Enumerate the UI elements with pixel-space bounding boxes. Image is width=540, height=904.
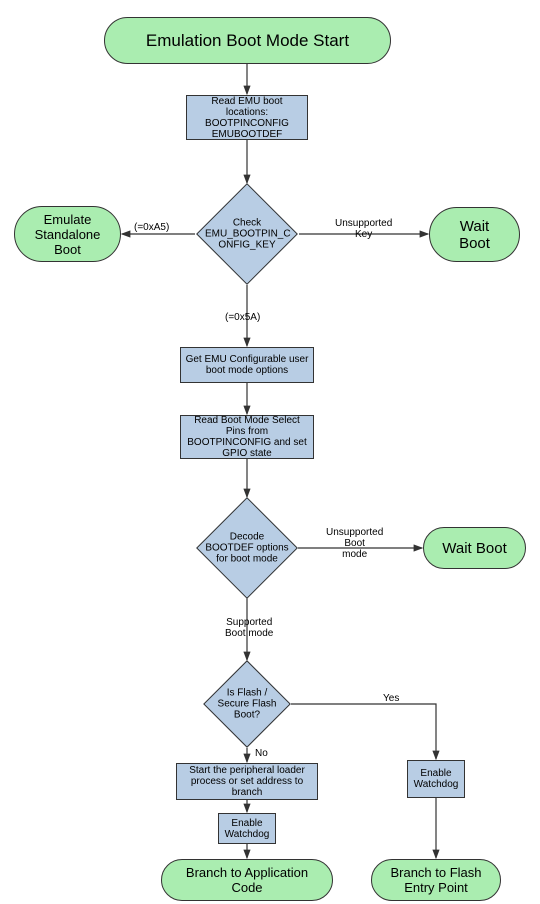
terminal-start: Emulation Boot Mode Start bbox=[104, 17, 391, 64]
terminal-wait-boot-2: Wait Boot bbox=[423, 527, 526, 569]
start-label: Emulation Boot Mode Start bbox=[146, 31, 349, 51]
label-unsupported-boot: Unsupported Boot mode bbox=[326, 527, 383, 560]
is-flash-l2: Secure Flash bbox=[218, 699, 277, 710]
branch-flash-l1: Branch to Flash bbox=[390, 865, 481, 880]
branch-flash-l2: Entry Point bbox=[404, 880, 468, 895]
check-key-l1: Check bbox=[233, 218, 261, 229]
terminal-wait-boot-1: Wait Boot bbox=[429, 207, 520, 262]
enable-wd2-label: Enable Watchdog bbox=[412, 768, 460, 790]
check-key-l2: EMU_BOOTPIN_C bbox=[205, 229, 291, 240]
get-emu-opts-label: Get EMU Configurable user boot mode opti… bbox=[185, 354, 309, 376]
terminal-branch-app: Branch to Application Code bbox=[161, 859, 333, 901]
process-start-loader: Start the peripheral loader process or s… bbox=[176, 763, 318, 800]
process-read-emu: Read EMU boot locations: BOOTPINCONFIG E… bbox=[186, 95, 308, 140]
emu-standalone-l3: Boot bbox=[54, 242, 81, 257]
branch-app-l2: Code bbox=[231, 880, 262, 895]
process-enable-watchdog-1: Enable Watchdog bbox=[218, 813, 276, 844]
wait-boot2-label: Wait Boot bbox=[442, 540, 506, 557]
label-yes: Yes bbox=[383, 693, 399, 704]
label-5a: (=0x5A) bbox=[225, 312, 260, 323]
process-read-pins: Read Boot Mode Select Pins from BOOTPINC… bbox=[180, 415, 314, 459]
wait-boot1-l2: Boot bbox=[459, 235, 490, 252]
branch-app-l1: Branch to Application bbox=[186, 865, 308, 880]
emu-standalone-l2: Standalone bbox=[35, 227, 101, 242]
decode-bootdef-l2: BOOTDEF options bbox=[205, 543, 288, 554]
decode-bootdef-l3: for boot mode bbox=[216, 554, 278, 565]
start-loader-label: Start the peripheral loader process or s… bbox=[181, 765, 313, 798]
read-emu-l2: BOOTPINCONFIG bbox=[205, 118, 289, 129]
is-flash-l3: Boot? bbox=[234, 710, 260, 721]
decision-is-flash: Is Flash / Secure Flash Boot? bbox=[216, 673, 278, 735]
label-supported-boot: Supported Boot mode bbox=[225, 617, 273, 639]
terminal-branch-flash: Branch to Flash Entry Point bbox=[371, 859, 501, 901]
decision-decode-bootdef: Decode BOOTDEF options for boot mode bbox=[211, 512, 283, 584]
enable-wd1-label: Enable Watchdog bbox=[223, 818, 271, 840]
process-enable-watchdog-2: Enable Watchdog bbox=[407, 760, 465, 798]
is-flash-l1: Is Flash / bbox=[227, 688, 268, 699]
label-no: No bbox=[255, 748, 268, 759]
decode-bootdef-l1: Decode bbox=[230, 532, 264, 543]
emu-standalone-l1: Emulate bbox=[44, 212, 92, 227]
label-unsupported-key: Unsupported Key bbox=[335, 218, 392, 240]
wait-boot1-l1: Wait bbox=[460, 218, 489, 235]
read-emu-l1: Read EMU boot locations: bbox=[191, 96, 303, 118]
decision-check-key: Check EMU_BOOTPIN_C ONFIG_KEY bbox=[211, 198, 283, 270]
process-get-emu-opts: Get EMU Configurable user boot mode opti… bbox=[180, 347, 314, 383]
read-emu-l3: EMUBOOTDEF bbox=[212, 129, 283, 140]
label-a5: (=0xA5) bbox=[134, 222, 169, 233]
check-key-l3: ONFIG_KEY bbox=[218, 240, 275, 251]
terminal-emulate-standalone: Emulate Standalone Boot bbox=[14, 206, 121, 262]
read-pins-label: Read Boot Mode Select Pins from BOOTPINC… bbox=[185, 415, 309, 459]
